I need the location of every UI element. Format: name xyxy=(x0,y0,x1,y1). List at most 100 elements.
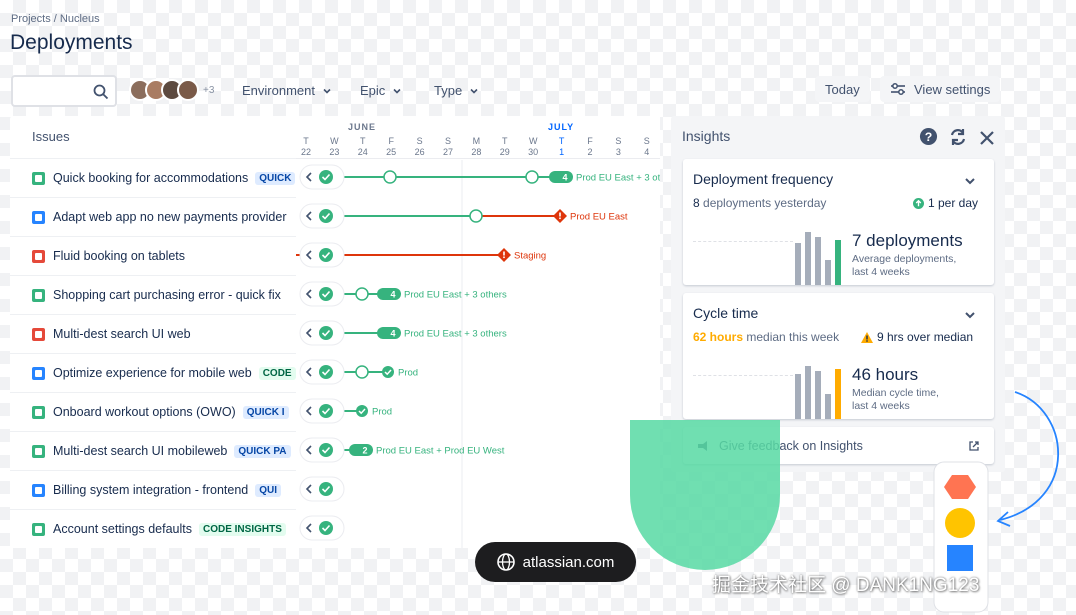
svg-text:?: ? xyxy=(925,130,933,144)
chart-bar xyxy=(805,366,811,419)
issue-summary[interactable]: Multi-dest search UI web xyxy=(53,327,191,341)
issue-summary[interactable]: Multi-dest search UI mobileweb xyxy=(53,444,227,458)
deploy-summary: deployments yesterday xyxy=(703,196,827,210)
table-row[interactable]: Fluid booking on tablets xyxy=(10,236,296,275)
table-row[interactable]: Adapt web app no new payments provider xyxy=(10,197,296,236)
task-icon xyxy=(32,210,45,224)
timeline-header-divider xyxy=(296,158,660,159)
avatar-group[interactable]: +3 xyxy=(129,79,214,101)
check-icon xyxy=(319,170,333,184)
chart-bar xyxy=(835,369,841,419)
deployment-status-label: Prod xyxy=(398,368,418,379)
epic-lozenge: CODE INSIGHTS xyxy=(198,522,286,536)
insights-title: Insights xyxy=(682,128,731,144)
task-icon xyxy=(32,366,45,380)
watermark-brand: atlassian.com xyxy=(522,553,615,571)
bug-icon xyxy=(32,249,45,263)
status-count: 4 xyxy=(562,173,567,183)
filter-label: Epic xyxy=(360,83,386,98)
issue-summary[interactable]: Adapt web app no new payments provider xyxy=(53,210,286,224)
bug-icon xyxy=(32,327,45,341)
refresh-icon[interactable] xyxy=(948,127,968,147)
warning-mark xyxy=(503,256,505,259)
checkpoint-icon xyxy=(355,365,369,379)
filter-label: Type xyxy=(434,83,463,98)
check-icon xyxy=(319,248,333,262)
cycle-sub1: Median cycle time, xyxy=(852,387,939,399)
decorative-shape xyxy=(630,420,780,570)
chart-bar xyxy=(795,374,801,419)
page-title: Deployments xyxy=(10,31,133,54)
check-icon xyxy=(319,209,333,223)
issue-summary[interactable]: Fluid booking on tablets xyxy=(53,249,185,263)
epic-lozenge: QUI xyxy=(255,483,282,497)
issue-summary[interactable]: Onboard workout options (OWO) xyxy=(53,405,236,419)
table-row[interactable]: Billing system integration - frontend QUI xyxy=(10,470,296,509)
chart-bar xyxy=(815,237,821,285)
issue-summary[interactable]: Shopping cart purchasing error - quick f… xyxy=(53,288,281,302)
close-icon[interactable] xyxy=(978,129,996,147)
status-count: 4 xyxy=(390,329,395,339)
table-row[interactable]: Onboard workout options (OWO) QUICK I xyxy=(10,392,296,431)
table-row[interactable]: Shopping cart purchasing error - quick f… xyxy=(10,275,296,314)
story-icon xyxy=(32,288,45,302)
epic-lozenge: CODE xyxy=(258,366,296,380)
chart-bar xyxy=(795,243,801,285)
check-icon xyxy=(319,482,333,496)
status-pill xyxy=(377,327,401,339)
checkpoint-icon xyxy=(469,209,483,223)
status-count: 4 xyxy=(390,290,395,300)
warning-icon xyxy=(861,331,873,343)
warning-mark xyxy=(503,251,505,256)
status-pill xyxy=(549,171,573,183)
filter-environment[interactable]: Environment xyxy=(242,83,332,98)
chevron-down-icon xyxy=(470,88,478,94)
filter-type[interactable]: Type xyxy=(434,83,479,98)
issue-summary[interactable]: Account settings defaults xyxy=(53,522,192,536)
issue-summary[interactable]: Quick booking for accommodations xyxy=(53,171,248,185)
checkpoint-icon xyxy=(383,170,397,184)
check-icon xyxy=(319,404,333,418)
sliders-icon xyxy=(891,83,905,95)
deployment-frequency-card[interactable]: Deployment frequency 8 deployments yeste… xyxy=(683,159,994,285)
status-count: 2 xyxy=(362,446,367,456)
timeline[interactable]: JUNE JULY T 22 W 23 T 24 F 25 S 26 S 27 M 28 T 29 W 30 T 1 F… xyxy=(296,116,660,548)
check-icon xyxy=(319,326,333,340)
status-pill xyxy=(349,444,373,456)
chart-bar xyxy=(835,240,841,285)
filter-label: Environment xyxy=(242,83,315,98)
chevron-down-icon[interactable] xyxy=(963,308,977,322)
chevron-down-icon xyxy=(323,88,331,94)
warning-mark xyxy=(559,217,561,220)
chevron-down-icon[interactable] xyxy=(963,174,977,188)
avatar-more-count[interactable]: +3 xyxy=(203,85,214,96)
table-row[interactable]: Multi-dest search UI mobileweb QUICK PA xyxy=(10,431,296,470)
breadcrumb[interactable]: Projects / Nucleus xyxy=(11,13,100,25)
warning-mark xyxy=(559,212,561,217)
help-icon[interactable]: ? xyxy=(919,127,938,146)
status-dot xyxy=(382,366,394,378)
card-title: Cycle time xyxy=(693,305,759,321)
search-input[interactable] xyxy=(11,75,117,107)
table-row[interactable]: Account settings defaults CODE INSIGHTS xyxy=(10,509,296,548)
table-row[interactable]: Quick booking for accommodations QUICK xyxy=(10,158,296,197)
view-settings-button[interactable]: View settings xyxy=(880,76,1001,102)
chart-bar xyxy=(815,371,821,419)
epic-lozenge: QUICK PA xyxy=(234,444,291,458)
watermark-text: 掘金技术社区 @ DANK1NG123 xyxy=(712,575,980,596)
task-icon xyxy=(32,483,45,497)
table-row[interactable]: Multi-dest search UI web xyxy=(10,314,296,353)
chart-bar xyxy=(825,260,831,285)
issue-summary[interactable]: Optimize experience for mobile web xyxy=(53,366,252,380)
average-line xyxy=(693,241,793,242)
check-icon xyxy=(319,287,333,301)
chart-bar xyxy=(825,394,831,419)
table-row[interactable]: Optimize experience for mobile web CODE xyxy=(10,353,296,392)
story-icon xyxy=(32,522,45,536)
today-button[interactable]: Today xyxy=(815,76,870,102)
avatar[interactable] xyxy=(177,79,199,101)
deployment-status-label: Prod EU East + 3 others xyxy=(404,290,507,301)
filter-epic[interactable]: Epic xyxy=(360,83,402,98)
issue-summary[interactable]: Billing system integration - frontend xyxy=(53,483,248,497)
search-icon xyxy=(93,84,109,100)
